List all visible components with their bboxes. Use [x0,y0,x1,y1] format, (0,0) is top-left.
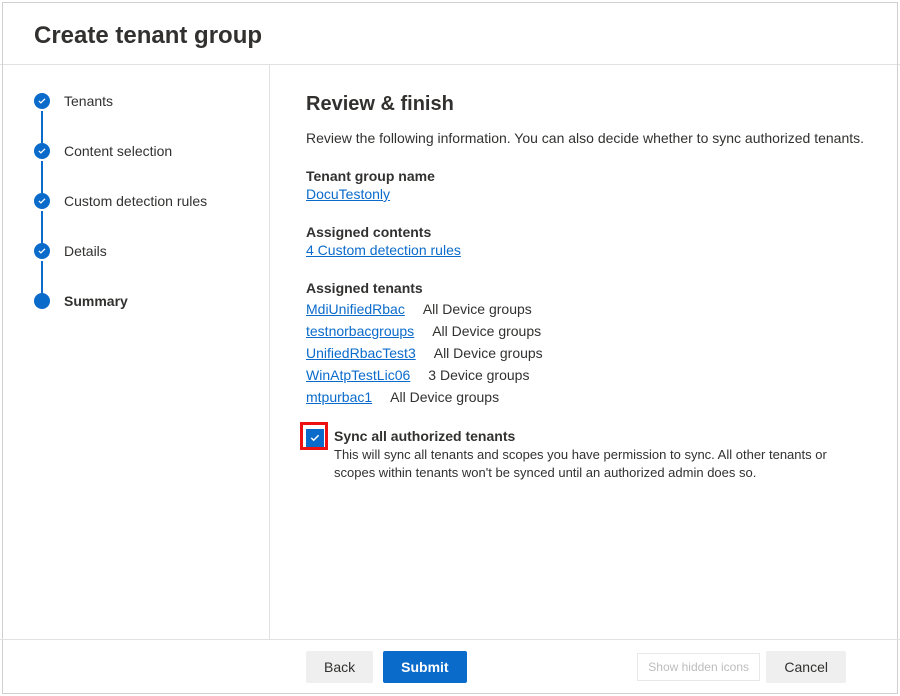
step-check-icon [34,193,50,209]
wizard-step-label: Details [64,243,107,259]
tenant-link[interactable]: UnifiedRbacTest3 [306,342,416,364]
tenant-scope: All Device groups [432,323,541,339]
wizard-step-label: Tenants [64,93,113,109]
tenant-link[interactable]: MdiUnifiedRbac [306,298,405,320]
show-hidden-icons-button[interactable]: Show hidden icons [637,653,760,681]
wizard-footer: Back Submit Show hidden icons Cancel [0,639,900,693]
step-check-icon [34,93,50,109]
assigned-contents-block: Assigned contents 4 Custom detection rul… [306,224,870,260]
tenant-group-name-label: Tenant group name [306,168,870,184]
step-check-icon [34,243,50,259]
assigned-tenants-block: Assigned tenants MdiUnifiedRbac All Devic… [306,280,870,408]
back-button[interactable]: Back [306,651,373,683]
tenant-row: testnorbacgroups All Device groups [306,320,870,342]
wizard-step-content-selection[interactable]: Content selection [34,143,251,193]
tenant-link[interactable]: mtpurbac1 [306,386,372,408]
tenant-scope: 3 Device groups [428,367,529,383]
wizard-step-label: Custom detection rules [64,193,207,209]
tenant-group-name-block: Tenant group name DocuTestonly [306,168,870,204]
wizard-body: Tenants Content selection Custom detection… [0,65,900,639]
step-current-dot-icon [34,293,50,309]
sync-checkbox-title: Sync all authorized tenants [334,428,854,444]
assigned-contents-link[interactable]: 4 Custom detection rules [306,242,461,258]
check-icon [309,432,321,444]
page-title: Create tenant group [0,0,900,65]
cancel-button[interactable]: Cancel [766,651,846,683]
review-panel: Review & finish Review the following inf… [270,65,900,639]
sync-checkbox[interactable] [306,429,324,447]
tenant-group-name-link[interactable]: DocuTestonly [306,186,390,202]
tenant-scope: All Device groups [423,301,532,317]
tenant-link[interactable]: WinAtpTestLic06 [306,364,410,386]
sync-checkbox-sub: This will sync all tenants and scopes yo… [334,446,854,482]
assigned-tenants-label: Assigned tenants [306,280,870,296]
tenant-link[interactable]: testnorbacgroups [306,320,414,342]
wizard-step-label: Content selection [64,143,172,159]
sync-checkbox-text: Sync all authorized tenants This will sy… [334,428,854,482]
wizard-step-details[interactable]: Details [34,243,251,293]
sync-checkbox-row: Sync all authorized tenants This will sy… [306,428,870,482]
assigned-contents-label: Assigned contents [306,224,870,240]
tenant-scope: All Device groups [434,345,543,361]
wizard-steps-nav: Tenants Content selection Custom detection… [0,65,270,639]
tenant-row: UnifiedRbacTest3 All Device groups [306,342,870,364]
submit-button[interactable]: Submit [383,651,466,683]
tenant-scope: All Device groups [390,389,499,405]
step-check-icon [34,143,50,159]
wizard-step-summary[interactable]: Summary [34,293,251,309]
review-description: Review the following information. You ca… [306,130,870,146]
wizard-step-tenants[interactable]: Tenants [34,93,251,143]
wizard-step-label: Summary [64,293,128,309]
tenant-row: mtpurbac1 All Device groups [306,386,870,408]
tenant-row: WinAtpTestLic06 3 Device groups [306,364,870,386]
wizard-step-custom-detection-rules[interactable]: Custom detection rules [34,193,251,243]
review-heading: Review & finish [306,93,870,116]
tenant-row: MdiUnifiedRbac All Device groups [306,298,870,320]
